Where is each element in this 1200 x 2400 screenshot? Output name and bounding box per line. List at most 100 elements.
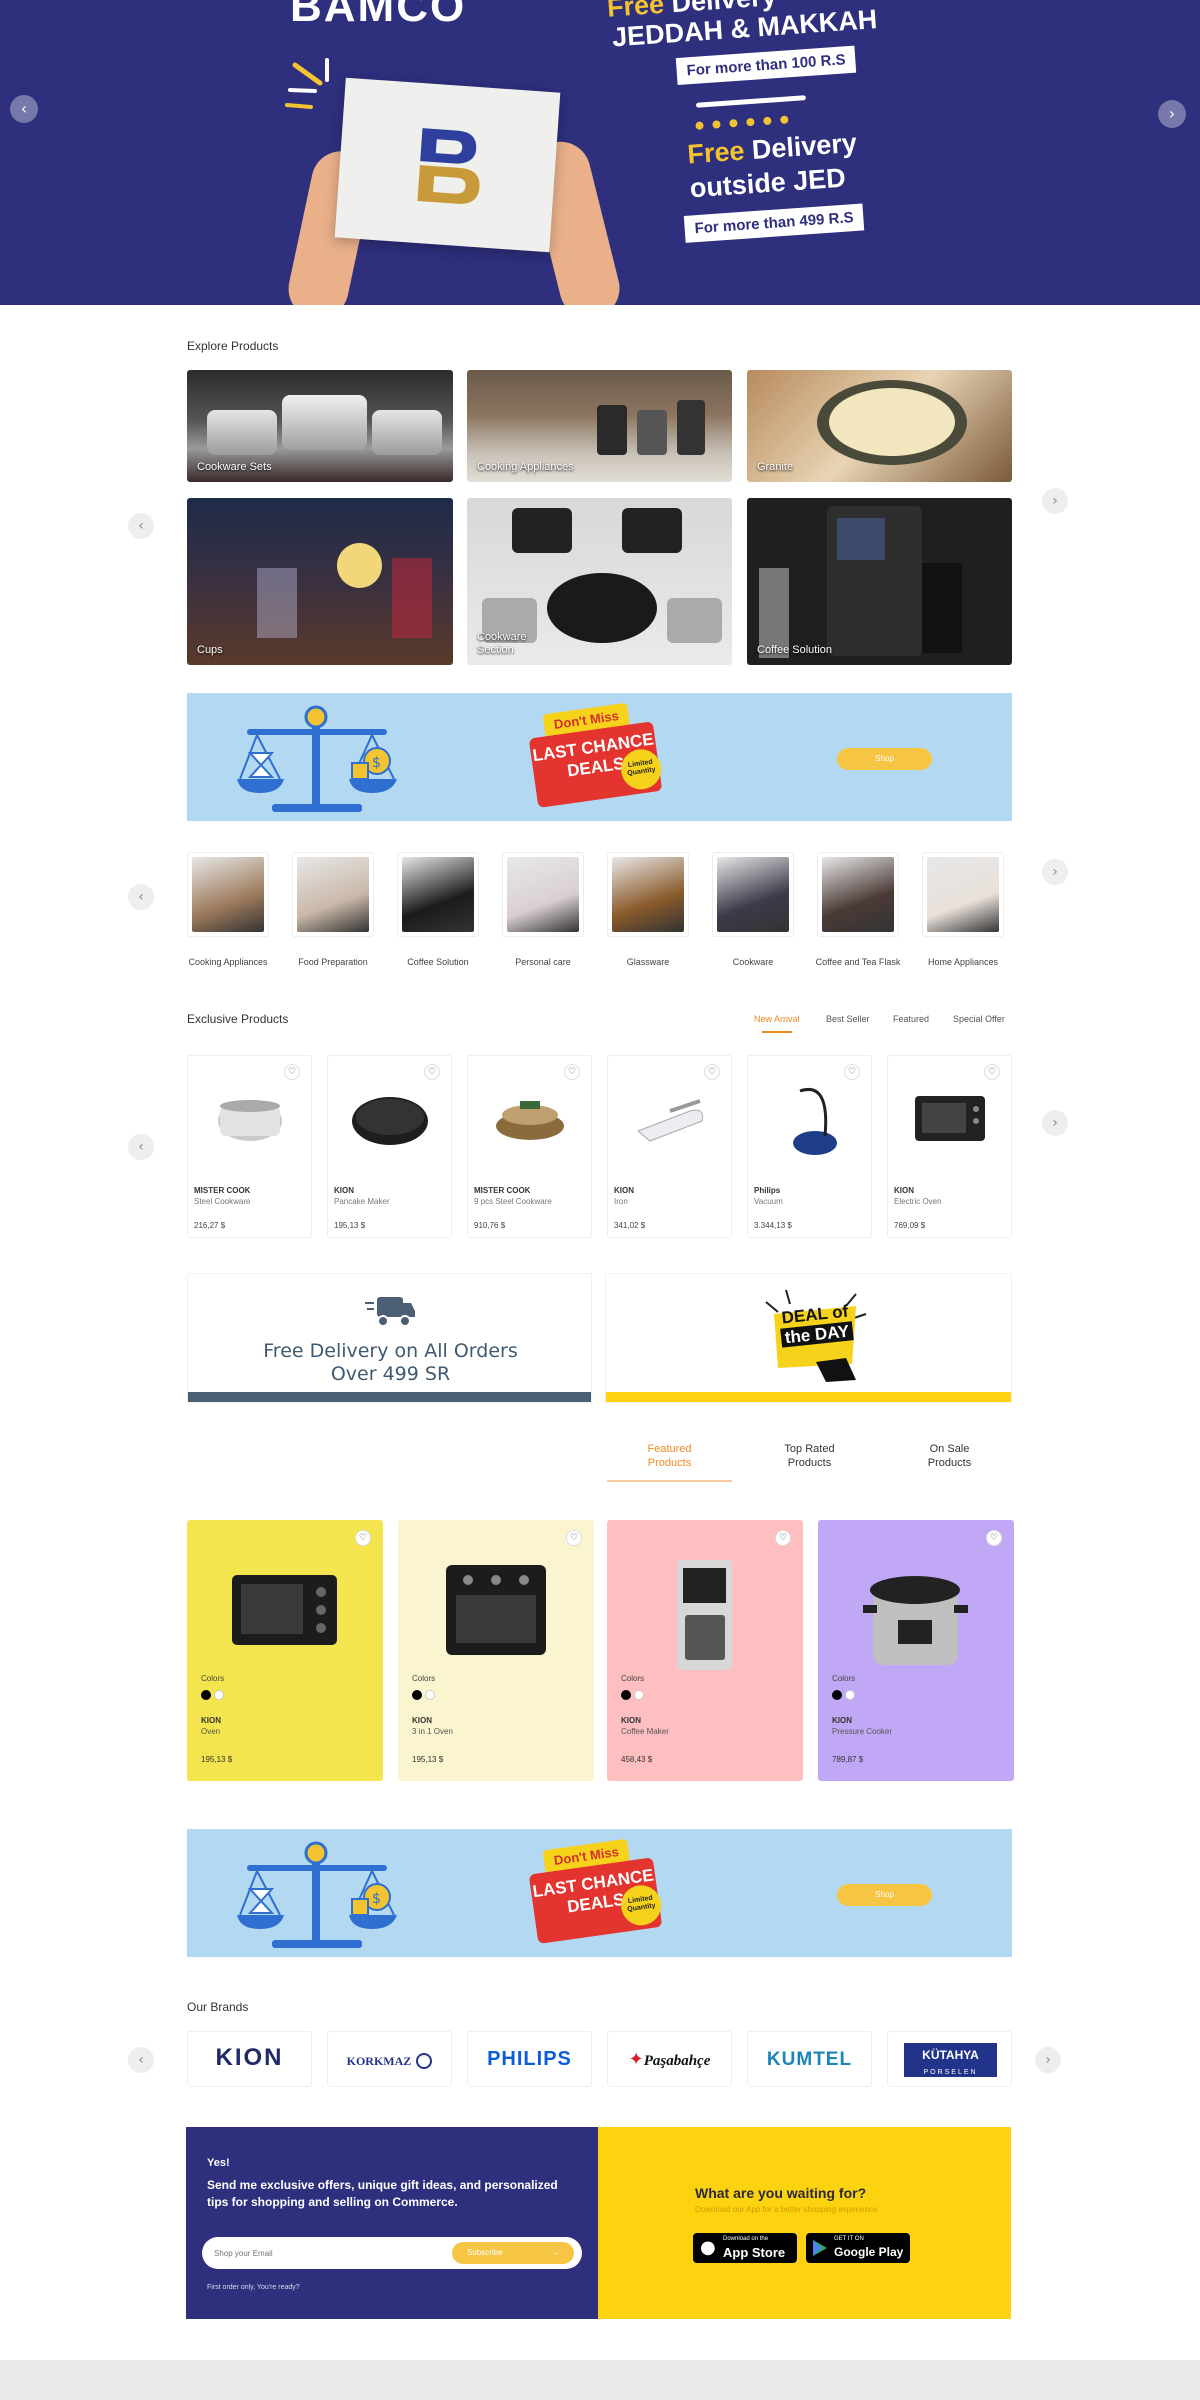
categories-next-button[interactable]: › <box>1042 859 1068 885</box>
tab-new-arrival[interactable]: New Arrival <box>754 1014 800 1024</box>
explore-prev-button[interactable]: ‹ <box>128 513 154 539</box>
product-card[interactable]: ♡ KION Iron 341,02 $ <box>607 1055 732 1238</box>
deal-of-day-promo[interactable]: DEAL of the DAY <box>605 1273 1012 1403</box>
tab-best-seller[interactable]: Best Seller <box>826 1014 870 1024</box>
heart-icon[interactable]: ♡ <box>564 1064 580 1080</box>
product-image <box>352 1097 428 1145</box>
category-label[interactable]: Home Appliances <box>908 957 1018 967</box>
subscribe-button[interactable]: Subscribe → <box>452 2242 574 2264</box>
shop-button[interactable]: Shop <box>837 748 932 770</box>
brand-kion[interactable]: KION <box>187 2031 312 2087</box>
heart-icon[interactable]: ♡ <box>284 1064 300 1080</box>
featured-product-card[interactable]: ♡ Colors KION 3 in 1 Oven 195,13 $ <box>398 1520 594 1781</box>
product-card[interactable]: ♡ KION Pancake Maker 195,13 $ <box>327 1055 452 1238</box>
hero-logo: BAMCO <box>290 0 467 31</box>
heart-icon[interactable]: ♡ <box>355 1530 371 1546</box>
featured-product-card[interactable]: ♡ Colors KION Pressure Cooker 789,87 $ <box>818 1520 1014 1781</box>
category-label[interactable]: Coffee Solution <box>383 957 493 967</box>
tile-cooking-appliances[interactable]: Cooking Appliances <box>467 370 732 482</box>
heart-icon[interactable]: ♡ <box>424 1064 440 1080</box>
color-swatch-white[interactable] <box>214 1690 224 1700</box>
newsletter-section: Yes! Send me exclusive offers, unique gi… <box>186 2127 598 2319</box>
heart-icon[interactable]: ♡ <box>844 1064 860 1080</box>
product-brand: MISTER COOK <box>194 1186 251 1195</box>
color-swatch-black[interactable] <box>621 1690 631 1700</box>
deals-banner-1[interactable]: $ Don't Miss LAST CHANCE DEALS Limited Qu… <box>187 693 1012 821</box>
google-play-button[interactable]: GET IT ON Google Play <box>806 2233 910 2263</box>
tab-top-rated-products[interactable]: Top Rated Products <box>747 1442 872 1470</box>
hero-delivery-2: Delivery <box>750 127 858 165</box>
category-card[interactable] <box>187 852 269 937</box>
tile-cookware-section[interactable]: Cookware Section <box>467 498 732 665</box>
category-card[interactable] <box>922 852 1004 937</box>
category-image <box>822 857 894 932</box>
category-label[interactable]: Glassware <box>593 957 703 967</box>
app-store-button[interactable]: ● Download on the App Store <box>693 2233 797 2263</box>
category-label[interactable]: Cooking Appliances <box>173 957 283 967</box>
color-swatch-white[interactable] <box>845 1690 855 1700</box>
brand-philips[interactable]: PHILIPS <box>467 2031 592 2087</box>
category-label[interactable]: Coffee and Tea Flask <box>803 957 913 967</box>
category-card[interactable] <box>292 852 374 937</box>
exclusive-prev-button[interactable]: ‹ <box>128 1134 154 1160</box>
brand-kutahya[interactable]: KÜTAHYA PORSELEN <box>887 2031 1012 2087</box>
category-label[interactable]: Personal care <box>488 957 598 967</box>
tab-special-offer[interactable]: Special Offer <box>953 1014 1005 1024</box>
tab-featured[interactable]: Featured <box>893 1014 929 1024</box>
hero-logo-card <box>334 77 561 253</box>
tile-coffee-solution[interactable]: Coffee Solution <box>747 498 1012 665</box>
category-card[interactable] <box>502 852 584 937</box>
heart-icon[interactable]: ♡ <box>775 1530 791 1546</box>
color-swatch-white[interactable] <box>425 1690 435 1700</box>
brands-prev-button[interactable]: ‹ <box>128 2047 154 2073</box>
category-label[interactable]: Food Preparation <box>278 957 388 967</box>
product-price: 195,13 $ <box>412 1755 444 1764</box>
hero-banner[interactable]: BAMCO Free Delivery JEDDAH & MAKKAH For … <box>0 0 1200 305</box>
category-label[interactable]: Cookware <box>698 957 808 967</box>
product-name: Pancake Maker <box>334 1197 390 1206</box>
free-delivery-promo[interactable]: Free Delivery on All Orders Over 499 SR <box>187 1273 592 1403</box>
tile-cups[interactable]: Cups <box>187 498 453 665</box>
product-card[interactable]: ♡ MISTER COOK 9 pcs Steel Cookware 910,76 $ <box>467 1055 592 1238</box>
tab-on-sale-products[interactable]: On Sale Products <box>887 1442 1012 1470</box>
color-swatch-black[interactable] <box>201 1690 211 1700</box>
brand-pasabahce[interactable]: ✦Paşabahçe <box>607 2031 732 2087</box>
brand-korkmaz[interactable]: KORKMAZ <box>327 2031 452 2087</box>
color-swatch-black[interactable] <box>832 1690 842 1700</box>
product-card[interactable]: ♡ MISTER COOK Steel Cookware 216,27 $ <box>187 1055 312 1238</box>
categories-prev-button[interactable]: ‹ <box>128 884 154 910</box>
category-card[interactable] <box>817 852 899 937</box>
heart-icon[interactable]: ♡ <box>566 1530 582 1546</box>
category-card[interactable] <box>607 852 689 937</box>
tile-label: Cups <box>197 644 223 656</box>
featured-product-card[interactable]: ♡ Colors KION Coffee Maker 458,43 $ <box>607 1520 803 1781</box>
heart-icon[interactable]: ♡ <box>984 1064 1000 1080</box>
heart-icon[interactable]: ♡ <box>704 1064 720 1080</box>
shop-button[interactable]: Shop <box>837 1884 932 1906</box>
hero-prev-button[interactable]: ‹ <box>10 95 38 123</box>
product-image <box>677 1560 732 1670</box>
deals-banner-2[interactable]: $ Don't Miss LAST CHANCE DEALS Limited Qu… <box>187 1829 1012 1957</box>
brands-next-button[interactable]: › <box>1035 2047 1061 2073</box>
email-input[interactable] <box>214 2243 444 2263</box>
tab-featured-products[interactable]: Featured Products <box>607 1442 732 1482</box>
brand-kumtel[interactable]: KUMTEL <box>747 2031 872 2087</box>
color-swatch-white[interactable] <box>634 1690 644 1700</box>
heart-icon[interactable]: ♡ <box>986 1530 1002 1546</box>
exclusive-next-button[interactable]: › <box>1042 1110 1068 1136</box>
color-swatch-black[interactable] <box>412 1690 422 1700</box>
product-card[interactable]: ♡ KION Electric Oven 769,09 $ <box>887 1055 1012 1238</box>
hero-next-button[interactable]: › <box>1158 100 1186 128</box>
brands-title: Our Brands <box>187 2000 249 2014</box>
featured-product-card[interactable]: ♡ Colors KION Oven 195,13 $ <box>187 1520 383 1781</box>
product-name: Coffee Maker <box>621 1727 669 1736</box>
product-card[interactable]: ♡ Philips Vacuum 3.344,13 $ <box>747 1055 872 1238</box>
deal-badge: Don't Miss LAST CHANCE DEALS Limited Quan… <box>528 699 669 815</box>
hero-text: Free Delivery JEDDAH & MAKKAH For more t… <box>606 0 924 270</box>
tile-granite[interactable]: Granite <box>747 370 1012 482</box>
tile-cookware-sets[interactable]: Cookware Sets <box>187 370 453 482</box>
category-card[interactable] <box>397 852 479 937</box>
google-play-icon <box>813 2240 827 2256</box>
explore-next-button[interactable]: › <box>1042 488 1068 514</box>
category-card[interactable] <box>712 852 794 937</box>
